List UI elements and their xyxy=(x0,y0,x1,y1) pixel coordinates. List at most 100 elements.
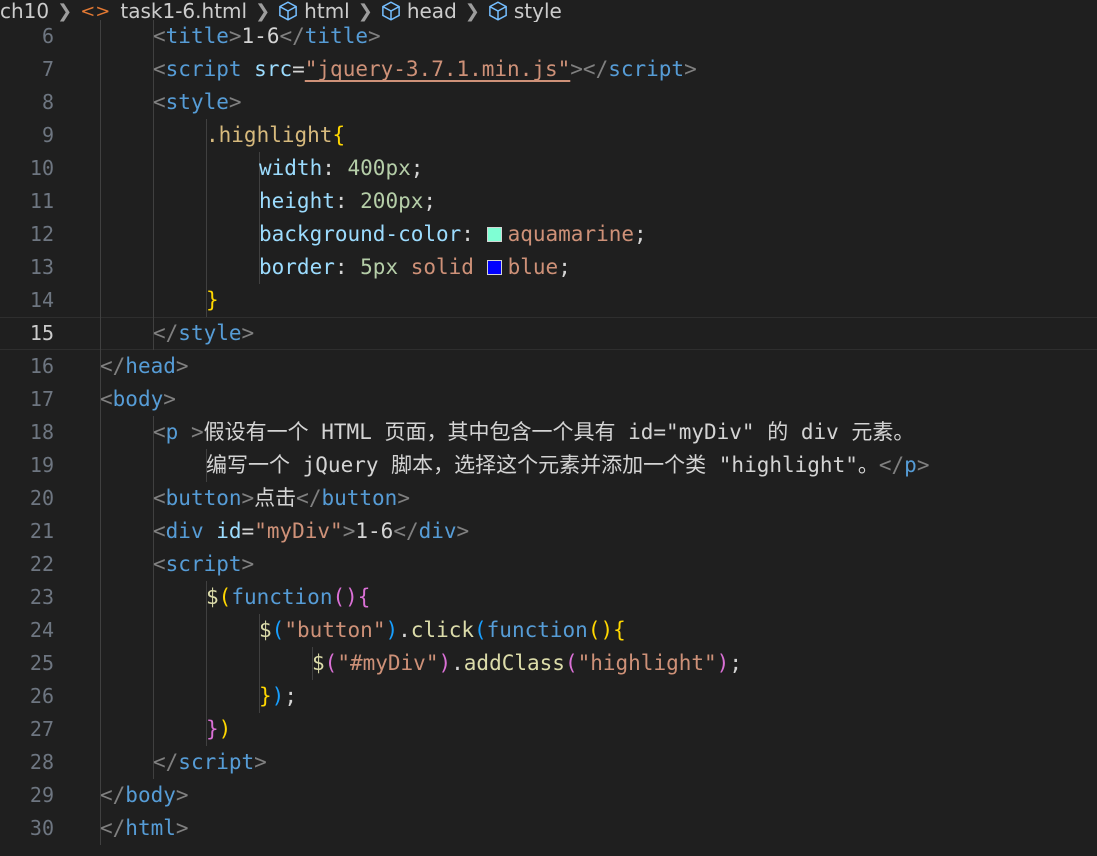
code-token: body xyxy=(125,783,176,807)
code-text: <script src="jquery-3.7.1.min.js"></scri… xyxy=(153,53,697,86)
code-text: <p >假设有一个 HTML 页面，其中包含一个具有 id="myDiv" 的 … xyxy=(153,416,914,449)
code-line[interactable]: 20 <button>点击</button> xyxy=(0,482,1097,515)
line-number[interactable]: 29 xyxy=(0,779,54,812)
line-number[interactable]: 23 xyxy=(0,581,54,614)
breadcrumb-item-style[interactable]: style xyxy=(488,0,562,22)
indent-guide xyxy=(100,119,101,152)
html-file-icon: <> xyxy=(80,0,111,22)
code-line[interactable]: 14} xyxy=(0,284,1097,317)
indent-guide xyxy=(206,647,207,680)
code-line[interactable]: 11 height: 200px; xyxy=(0,185,1097,218)
line-number[interactable]: 14 xyxy=(0,284,54,317)
code-token: </ xyxy=(878,453,905,477)
code-line[interactable]: 24 $("button").click(function(){ xyxy=(0,614,1097,647)
code-token: . xyxy=(451,651,464,675)
code-line[interactable]: 18 <p >假设有一个 HTML 页面，其中包含一个具有 id="myDiv" … xyxy=(0,416,1097,449)
line-number[interactable]: 21 xyxy=(0,515,54,548)
line-number[interactable]: 9 xyxy=(0,119,54,152)
code-token: ( xyxy=(218,585,232,609)
indent-guide xyxy=(153,218,154,251)
code-token: () xyxy=(332,585,358,609)
code-token: ; xyxy=(284,684,297,708)
code-line[interactable]: 16 </head> xyxy=(0,350,1097,383)
indent-guide xyxy=(100,515,101,548)
code-text: </script> xyxy=(153,746,267,779)
line-number[interactable]: 17 xyxy=(0,383,54,416)
breadcrumb-item-html[interactable]: html xyxy=(278,0,350,22)
line-number[interactable]: 10 xyxy=(0,152,54,185)
breadcrumb-item-head[interactable]: head xyxy=(381,0,457,22)
code-text: height: 200px; xyxy=(259,185,436,218)
code-line[interactable]: 9 .highlight{ xyxy=(0,119,1097,152)
code-token: </ xyxy=(296,486,322,510)
breadcrumb-item-folder[interactable]: ch10 xyxy=(0,0,49,22)
code-line[interactable]: 15 </style> xyxy=(0,317,1097,350)
color-swatch[interactable] xyxy=(486,227,502,242)
code-line[interactable]: 22 <script> xyxy=(0,548,1097,581)
code-token: > xyxy=(684,57,697,81)
breadcrumb-item-file[interactable]: <> task1-6.html xyxy=(80,0,247,22)
code-token: > xyxy=(175,354,189,378)
code-line[interactable]: 25 $("#myDiv").addClass("highlight"); xyxy=(0,647,1097,680)
line-number[interactable]: 6 xyxy=(0,20,54,53)
code-line[interactable]: 30 </html> xyxy=(0,812,1097,845)
code-line[interactable]: 8 <style> xyxy=(0,86,1097,119)
code-line[interactable]: 28 </script> xyxy=(0,746,1097,779)
line-number[interactable]: 27 xyxy=(0,713,54,746)
line-number[interactable]: 24 xyxy=(0,614,54,647)
code-token: < xyxy=(153,519,166,543)
code-token: button xyxy=(165,486,242,510)
code-token: ) xyxy=(438,651,452,675)
line-number[interactable]: 18 xyxy=(0,416,54,449)
line-number[interactable]: 15 xyxy=(0,317,54,350)
line-number[interactable]: 11 xyxy=(0,185,54,218)
line-number[interactable]: 25 xyxy=(0,647,54,680)
code-line[interactable]: 19 编写一个 jQuery 脚本，选择这个元素并添加一个类 "highlight… xyxy=(0,449,1097,482)
code-line[interactable]: 27}) xyxy=(0,713,1097,746)
code-token: function xyxy=(231,585,333,609)
code-line[interactable]: 21 <div id="myDiv">1-6</div> xyxy=(0,515,1097,548)
code-token: 点击 xyxy=(254,486,297,510)
code-token: 200px xyxy=(360,189,424,213)
code-line[interactable]: 23 $(function(){ xyxy=(0,581,1097,614)
code-token: </ xyxy=(393,519,419,543)
line-number[interactable]: 28 xyxy=(0,746,54,779)
code-line[interactable]: 17 <body> xyxy=(0,383,1097,416)
code-line[interactable]: 26}); xyxy=(0,680,1097,713)
code-editor[interactable]: 6 <title>1-6</title> 7 <script src="jquery-… xyxy=(0,20,1097,845)
code-token: aquamarine xyxy=(507,222,635,246)
indent-guide xyxy=(206,680,207,713)
line-number[interactable]: 12 xyxy=(0,218,54,251)
line-number[interactable]: 13 xyxy=(0,251,54,284)
code-line[interactable]: 7 <script src="jquery-3.7.1.min.js"></scr… xyxy=(0,53,1097,86)
line-number[interactable]: 26 xyxy=(0,680,54,713)
indent-guide xyxy=(153,152,154,185)
code-line[interactable]: 29 </body> xyxy=(0,779,1097,812)
code-token: ; xyxy=(558,255,571,279)
code-token: title xyxy=(165,24,229,48)
indent-guide xyxy=(153,680,154,713)
line-number[interactable]: 8 xyxy=(0,86,54,119)
indent-guide xyxy=(100,20,101,53)
color-swatch[interactable] xyxy=(486,260,502,275)
code-token: { xyxy=(332,123,346,147)
indent-guide xyxy=(100,713,101,746)
line-number[interactable]: 22 xyxy=(0,548,54,581)
code-token: ) xyxy=(385,618,399,642)
code-line[interactable]: 13 border: 5px solid blue; xyxy=(0,251,1097,284)
line-number[interactable]: 7 xyxy=(0,53,54,86)
code-line[interactable]: 12 background-color: aquamarine; xyxy=(0,218,1097,251)
line-number[interactable]: 20 xyxy=(0,482,54,515)
code-token: : xyxy=(461,222,487,246)
code-text: width: 400px; xyxy=(259,152,423,185)
line-number[interactable]: 19 xyxy=(0,449,54,482)
chevron-right-icon: ❯ xyxy=(464,0,480,22)
code-token: style xyxy=(165,90,229,114)
code-line[interactable]: 6 <title>1-6</title> xyxy=(0,20,1097,53)
code-text: <div id="myDiv">1-6</div> xyxy=(153,515,469,548)
code-token: > xyxy=(916,453,930,477)
code-line[interactable]: 10 width: 400px; xyxy=(0,152,1097,185)
line-number[interactable]: 30 xyxy=(0,812,54,845)
line-number[interactable]: 16 xyxy=(0,350,54,383)
indent-guide xyxy=(153,647,154,680)
